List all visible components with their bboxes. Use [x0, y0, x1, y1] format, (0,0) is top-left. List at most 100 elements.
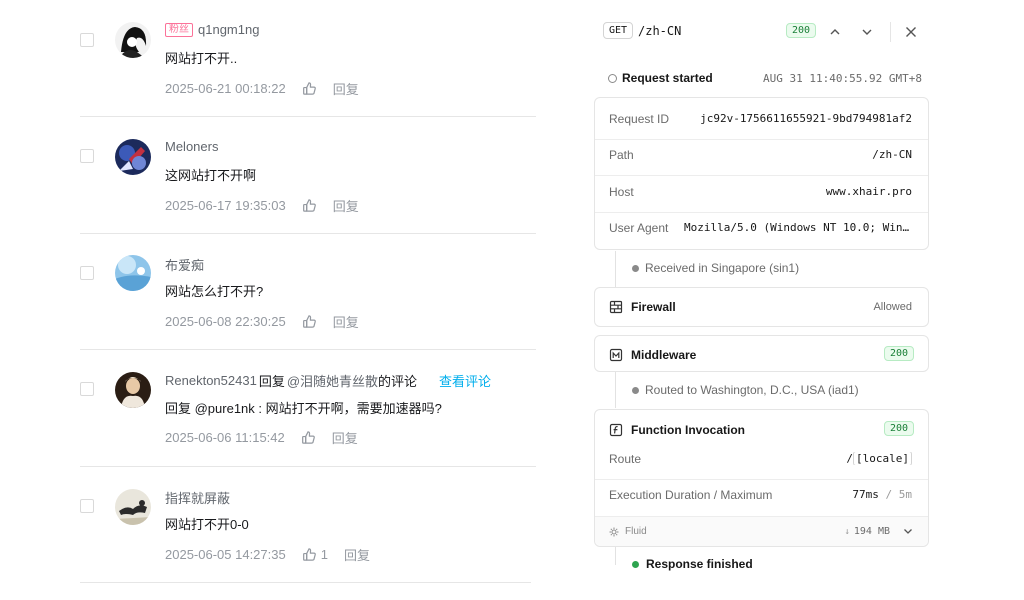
duration-row: Execution Duration / Maximum 77ms / 5m: [609, 487, 912, 505]
function-invocation-card: Function Invocation 200 Route / [locale] …: [594, 409, 929, 547]
comment-meta: 2025-06-21 00:18:22 回复: [165, 79, 359, 98]
route-row: Route / [locale]: [609, 451, 912, 469]
comment-time: 2025-06-05 14:27:35: [165, 547, 286, 562]
avatar[interactable]: [115, 22, 151, 58]
function-icon: [609, 423, 623, 437]
firewall-title: Firewall: [609, 300, 676, 314]
like-count: 1: [320, 547, 328, 562]
view-comment-link[interactable]: 查看评论: [439, 371, 491, 390]
divider: [80, 233, 536, 234]
reply-suffix: 的评论: [378, 374, 418, 389]
http-method-badge: GET: [603, 22, 634, 39]
comment-text: 回复 @pure1nk : 网站打不开啊，需要加速器吗?: [165, 401, 442, 416]
comment-time: 2025-06-17 19:35:03: [165, 198, 286, 213]
response-finished-label: Response finished: [646, 557, 753, 571]
avatar[interactable]: [115, 372, 151, 408]
detail-value[interactable]: jc92v-1756611655921-9bd794981af2: [700, 112, 912, 125]
comment-list: 粉丝 q1ngm1ng 网站打不开.. 2025-06-21 00:18:22 …: [0, 0, 560, 600]
comment-header: 布爱痴: [165, 255, 204, 274]
detail-key: Request ID: [609, 112, 670, 126]
thumbs-up-icon: [302, 548, 316, 561]
separator: [890, 22, 891, 42]
detail-row-user-agent: User Agent Mozilla/5.0 (Windows NT 10.0;…: [609, 220, 912, 238]
comment-text: 网站怎么打不开?: [165, 284, 264, 299]
comment-select-checkbox[interactable]: [80, 149, 94, 163]
detail-key: User Agent: [609, 221, 669, 235]
arrow-down-icon: ↓: [844, 527, 850, 537]
comment-select-checkbox[interactable]: [80, 266, 94, 280]
region-dot-icon: [632, 386, 639, 394]
thumbs-up-icon: [301, 431, 315, 444]
like-button[interactable]: [302, 198, 317, 213]
like-button[interactable]: [302, 81, 317, 96]
comment-select-checkbox[interactable]: [80, 33, 94, 47]
detail-key: Host: [609, 185, 634, 199]
firewall-card[interactable]: Firewall Allowed: [594, 287, 929, 327]
avatar[interactable]: [115, 255, 151, 291]
middleware-card[interactable]: Middleware 200: [594, 335, 929, 372]
response-finished-row: Response finished: [632, 557, 753, 571]
request-header-bar: GET /zh-CN 200: [594, 20, 929, 44]
middleware-status-badge: 200: [883, 346, 914, 361]
duration-key: Execution Duration / Maximum: [609, 488, 773, 502]
comment-header: 指挥就屏蔽: [165, 488, 230, 507]
fluid-compute-row[interactable]: Fluid ↓ 194 MB: [595, 516, 928, 546]
request-started-time: AUG 31 11:40:55.92 GMT+8: [763, 72, 922, 85]
reply-button[interactable]: 回复: [333, 312, 359, 331]
like-button[interactable]: 1: [302, 547, 328, 562]
routed-region-row: Routed to Washington, D.C., USA (iad1): [632, 383, 859, 397]
comment-username[interactable]: Meloners: [165, 139, 218, 154]
comment-text: 这网站打不开啊: [165, 168, 257, 183]
divider: [80, 349, 536, 350]
previous-request-button[interactable]: [825, 22, 845, 42]
thumbs-up-icon: [302, 315, 316, 328]
received-region-row: Received in Singapore (sin1): [632, 261, 799, 275]
reply-button[interactable]: 回复: [344, 545, 370, 564]
comment-header: Renekton52431 回复 @泪随她青丝散 的评论 查看评论: [165, 371, 491, 390]
row-divider: [595, 139, 928, 140]
detail-key: Path: [609, 148, 634, 162]
comment-select-checkbox[interactable]: [80, 382, 94, 396]
chevron-down-icon[interactable]: [902, 525, 914, 537]
fluid-gear-icon: [609, 527, 619, 536]
like-button[interactable]: [301, 430, 316, 445]
close-button[interactable]: [901, 22, 921, 42]
next-request-button[interactable]: [857, 22, 877, 42]
timeline-connector: [615, 372, 616, 408]
success-dot-icon: [632, 560, 639, 568]
comment-time: 2025-06-08 22:30:25: [165, 314, 286, 329]
avatar[interactable]: [115, 139, 151, 175]
chevron-up-icon: [830, 29, 840, 35]
status-ring-icon: [608, 74, 617, 83]
reply-target-user[interactable]: @泪随她青丝散: [287, 371, 378, 390]
request-started-label: Request started: [622, 71, 713, 85]
detail-row-path: Path /zh-CN: [609, 147, 912, 165]
route-key: Route: [609, 452, 642, 466]
comment-username[interactable]: q1ngm1ng: [198, 22, 259, 37]
comment-header: Meloners: [165, 139, 218, 154]
request-inspector-panel: GET /zh-CN 200 Request started AUG 31 11…: [594, 0, 934, 600]
comment-username[interactable]: 指挥就屏蔽: [165, 488, 230, 507]
comment-text: 网站打不开0-0: [165, 517, 249, 532]
reply-button[interactable]: 回复: [333, 79, 359, 98]
duration-actual: 77ms: [852, 488, 879, 501]
comment-username[interactable]: Renekton52431: [165, 373, 257, 388]
firewall-status: Allowed: [873, 301, 912, 313]
divider: [80, 582, 531, 583]
like-button[interactable]: [302, 314, 317, 329]
reply-button[interactable]: 回复: [332, 428, 358, 447]
comment-username[interactable]: 布爱痴: [165, 255, 204, 274]
memory-usage: ↓ 194 MB: [844, 526, 890, 537]
comment-select-checkbox[interactable]: [80, 499, 94, 513]
middleware-title: Middleware: [609, 348, 696, 362]
request-path: /zh-CN: [638, 24, 682, 38]
detail-value[interactable]: /zh-CN: [872, 148, 912, 161]
row-divider: [595, 212, 928, 213]
detail-value[interactable]: www.xhair.pro: [826, 185, 912, 198]
comment-time: 2025-06-21 00:18:22: [165, 81, 286, 96]
comment-header: 粉丝 q1ngm1ng: [165, 22, 259, 37]
reply-button[interactable]: 回复: [333, 196, 359, 215]
detail-value[interactable]: Mozilla/5.0 (Windows NT 10.0; Win64; x64…: [684, 221, 912, 234]
chevron-down-icon: [862, 29, 872, 35]
avatar[interactable]: [115, 489, 151, 525]
